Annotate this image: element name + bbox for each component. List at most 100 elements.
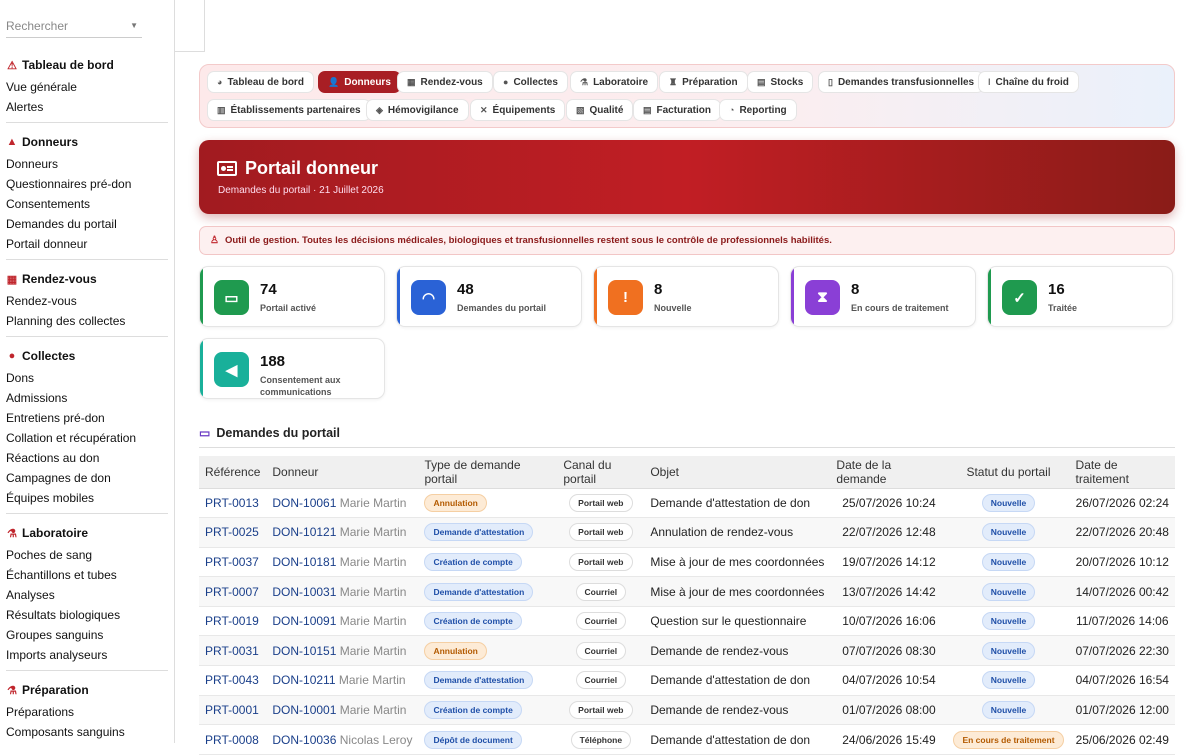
tab-laboratoire[interactable]: ⚗ Laboratoire (570, 71, 659, 93)
stat-value: 16 (1048, 281, 1065, 298)
tab-cha-ne-du-froid[interactable]: ǀ Chaîne du froid (978, 71, 1079, 93)
table-row[interactable]: PRT-0031 DON-10151 Marie Martin Annulation… (199, 635, 1175, 667)
treated-date-cell: 07/07/2026 22:30 (1069, 635, 1175, 667)
table-row[interactable]: PRT-0013 DON-10061 Marie Martin Annulation… (199, 488, 1175, 519)
column-header[interactable]: Date de la demande (830, 456, 948, 489)
column-header[interactable]: Statut du portail (947, 456, 1070, 489)
sidebar-section-title[interactable]: ⚗ Préparation (6, 675, 168, 703)
table-row[interactable]: PRT-0008 DON-10036 Nicolas Leroy Dépôt de … (199, 724, 1175, 755)
sidebar-section-title[interactable]: ⚠ Tableau de bord (6, 50, 168, 78)
tab-demandes-transfusionnelles[interactable]: ▯ Demandes transfusionnelles (818, 71, 985, 93)
tab-label: Préparation (682, 76, 738, 88)
sidebar-section-title[interactable]: ● Collectes (6, 341, 168, 369)
column-header[interactable]: Date de traitement (1069, 456, 1175, 489)
reference-link[interactable]: PRT-0019 (205, 614, 259, 628)
reference-link[interactable]: PRT-0025 (205, 525, 259, 539)
reference-link[interactable]: PRT-0031 (205, 644, 259, 658)
sidebar-item[interactable]: Préparations (6, 703, 168, 723)
donor-link[interactable]: DON-10181 (272, 555, 336, 569)
status-cell: Nouvelle (947, 576, 1070, 607)
column-header[interactable]: Référence (199, 456, 267, 489)
tab-label: Reporting (739, 104, 787, 116)
table-row[interactable]: PRT-0007 DON-10031 Marie Martin Demande d'… (199, 576, 1175, 607)
sidebar-section-title[interactable]: ⚗ Laboratoire (6, 518, 168, 546)
tab-h-movigilance[interactable]: ◈ Hémovigilance (366, 99, 469, 121)
sidebar-item[interactable]: Planning des collectes (6, 312, 168, 332)
type-badge: Annulation (424, 641, 487, 660)
search-input[interactable]: Rechercher ▼ (6, 14, 142, 38)
divider (6, 513, 168, 514)
sidebar-item[interactable]: Alertes (6, 98, 168, 118)
channel-badge: Courriel (575, 641, 627, 660)
tab--tablissements-partenaires[interactable]: ▥ Établissements partenaires (207, 99, 371, 121)
stat-label: En cours de traitement (851, 303, 949, 313)
reference-link[interactable]: PRT-0037 (205, 555, 259, 569)
column-header[interactable]: Donneur (266, 456, 419, 489)
reference-link[interactable]: PRT-0013 (205, 496, 259, 510)
sidebar-item[interactable]: Imports analyseurs (6, 646, 168, 666)
sidebar-section: ▦ Rendez-vous Rendez-vous Planning des coll… (0, 264, 174, 337)
status-cell: Nouvelle (947, 517, 1070, 548)
column-header[interactable]: Objet (644, 456, 831, 489)
tab-donneurs[interactable]: 👤 Donneurs (318, 71, 401, 93)
sidebar-item[interactable]: Donneurs (6, 155, 168, 175)
sidebar-section-label: Collectes (22, 349, 76, 363)
donor-link[interactable]: DON-10091 (272, 614, 336, 628)
sidebar-section-title[interactable]: ▦ Rendez-vous (6, 264, 168, 292)
sidebar-item[interactable]: Composants sanguins (6, 723, 168, 743)
sidebar-item[interactable]: Échantillons et tubes (6, 566, 168, 586)
tab-facturation[interactable]: ▤ Facturation (633, 99, 721, 121)
table-row[interactable]: PRT-0025 DON-10121 Marie Martin Demande d'… (199, 517, 1175, 548)
sidebar-item[interactable]: Rendez-vous (6, 292, 168, 312)
sidebar-item[interactable]: Résultats biologiques (6, 606, 168, 626)
donor-link[interactable]: DON-10061 (272, 496, 336, 510)
column-header[interactable]: Type de demande portail (418, 456, 558, 489)
status-cell: Nouvelle (947, 606, 1070, 637)
reference-link[interactable]: PRT-0008 (205, 733, 259, 747)
column-header[interactable]: Canal du portail (557, 456, 645, 489)
sidebar-item[interactable]: Poches de sang (6, 546, 168, 566)
sidebar-item[interactable]: Collation et récupération (6, 429, 168, 449)
sidebar-section-title[interactable]: ▲ Donneurs (6, 127, 168, 155)
sidebar-item[interactable]: Campagnes de don (6, 469, 168, 489)
donor-link[interactable]: DON-10001 (272, 703, 336, 717)
tab-stocks[interactable]: ▤ Stocks (747, 71, 814, 93)
donor-link[interactable]: DON-10151 (272, 644, 336, 658)
table-row[interactable]: PRT-0043 DON-10211 Marie Martin Demande d'… (199, 665, 1175, 696)
donor-link[interactable]: DON-10036 (272, 733, 336, 747)
donor-link[interactable]: DON-10031 (272, 585, 336, 599)
channel-badge: Courriel (575, 582, 627, 601)
sidebar-item[interactable]: Vue générale (6, 78, 168, 98)
sidebar-item[interactable]: Admissions (6, 389, 168, 409)
tab-rendez-vous[interactable]: ▦ Rendez-vous (397, 71, 493, 93)
sidebar-item[interactable]: Réactions au don (6, 449, 168, 469)
tab-pr-paration[interactable]: ♜ Préparation (659, 71, 748, 93)
sidebar-item[interactable]: Consentements (6, 195, 168, 215)
sidebar-item[interactable]: Questionnaires pré-don (6, 175, 168, 195)
sidebar-item[interactable]: Demandes du portail (6, 215, 168, 235)
table-row[interactable]: PRT-0019 DON-10091 Marie Martin Création d… (199, 606, 1175, 637)
table-row[interactable]: PRT-0037 DON-10181 Marie Martin Création d… (199, 547, 1175, 578)
reference-link[interactable]: PRT-0043 (205, 673, 259, 687)
table-row[interactable]: PRT-0001 DON-10001 Marie Martin Création d… (199, 695, 1175, 726)
sidebar-item[interactable]: Dons (6, 369, 168, 389)
chevron-down-icon[interactable]: ▼ (130, 21, 138, 30)
inbox-icon: ◠ (411, 280, 446, 315)
tab-qualit-[interactable]: ▧ Qualité (566, 99, 634, 121)
sidebar-item[interactable]: Groupes sanguins (6, 626, 168, 646)
tab-tableau-de-bord[interactable]: ◕ Tableau de bord (207, 71, 314, 93)
sidebar-item[interactable]: Entretiens pré-don (6, 409, 168, 429)
tab-collectes[interactable]: ● Collectes (493, 71, 568, 93)
sidebar-item[interactable]: Analyses (6, 586, 168, 606)
page-title: Portail donneur (245, 158, 379, 178)
reference-link[interactable]: PRT-0001 (205, 703, 259, 717)
stat-accent (594, 267, 597, 326)
donor-link[interactable]: DON-10211 (272, 673, 335, 687)
tab-reporting[interactable]: ◔ Reporting (719, 99, 797, 121)
reference-link[interactable]: PRT-0007 (205, 585, 259, 599)
sidebar-item[interactable]: Équipes mobiles (6, 489, 168, 509)
tab--quipements[interactable]: ✕ Équipements (470, 99, 566, 121)
stat-accent (791, 267, 794, 326)
sidebar-item[interactable]: Portail donneur (6, 235, 168, 255)
donor-link[interactable]: DON-10121 (272, 525, 336, 539)
